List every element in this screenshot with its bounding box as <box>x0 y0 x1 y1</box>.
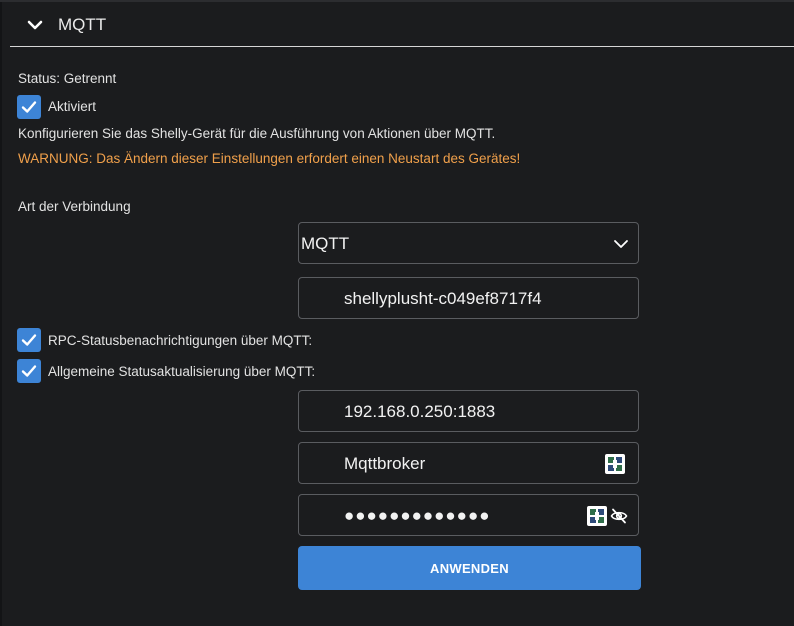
chevron-down-icon <box>614 240 628 248</box>
server-value: 192.168.0.250:1883 <box>344 402 496 421</box>
panel-left-edge <box>0 0 2 626</box>
general-status-checkbox-label: Allgemeine Statusaktualisierung über MQT… <box>48 364 316 379</box>
general-status-checkbox[interactable] <box>17 359 41 383</box>
client-id-value: shellyplusht-c049ef8717f4 <box>344 289 542 308</box>
enabled-checkbox[interactable] <box>17 95 41 119</box>
checkmark-icon <box>21 101 37 113</box>
username-value: Mqttbroker <box>344 454 426 473</box>
password-manager-icon[interactable] <box>605 454 625 474</box>
apply-button[interactable]: ANWENDEN <box>298 546 641 590</box>
description-text: Konfigurieren Sie das Shelly-Gerät für d… <box>18 126 496 141</box>
rpc-status-checkbox[interactable] <box>17 328 41 352</box>
connection-type-select[interactable]: MQTT <box>298 222 639 264</box>
password-value: ●●●●●●●●●●●●● <box>344 506 491 525</box>
connection-status: Status: Getrennt <box>18 71 117 86</box>
eye-slash-icon[interactable] <box>610 507 628 525</box>
connection-type-label: Art der Verbindung <box>18 199 131 214</box>
checkmark-icon <box>21 365 37 377</box>
chevron-down-icon[interactable] <box>26 16 44 34</box>
password-manager-icon[interactable] <box>587 506 607 526</box>
password-input[interactable]: ●●●●●●●●●●●●● <box>298 494 639 536</box>
section-title: MQTT <box>58 15 107 34</box>
checkmark-icon <box>21 334 37 346</box>
enabled-checkbox-label: Aktiviert <box>48 99 97 114</box>
warning-text: WARNUNG: Das Ändern dieser Einstellungen… <box>18 151 521 166</box>
client-id-input[interactable]: shellyplusht-c049ef8717f4 <box>298 277 639 319</box>
rpc-status-checkbox-label: RPC-Statusbenachrichtigungen über MQTT: <box>48 333 313 348</box>
server-input[interactable]: 192.168.0.250:1883 <box>298 390 639 432</box>
connection-type-value: MQTT <box>301 234 350 253</box>
username-input[interactable]: Mqttbroker <box>298 442 639 484</box>
mqtt-section-header[interactable]: MQTT <box>10 2 794 47</box>
